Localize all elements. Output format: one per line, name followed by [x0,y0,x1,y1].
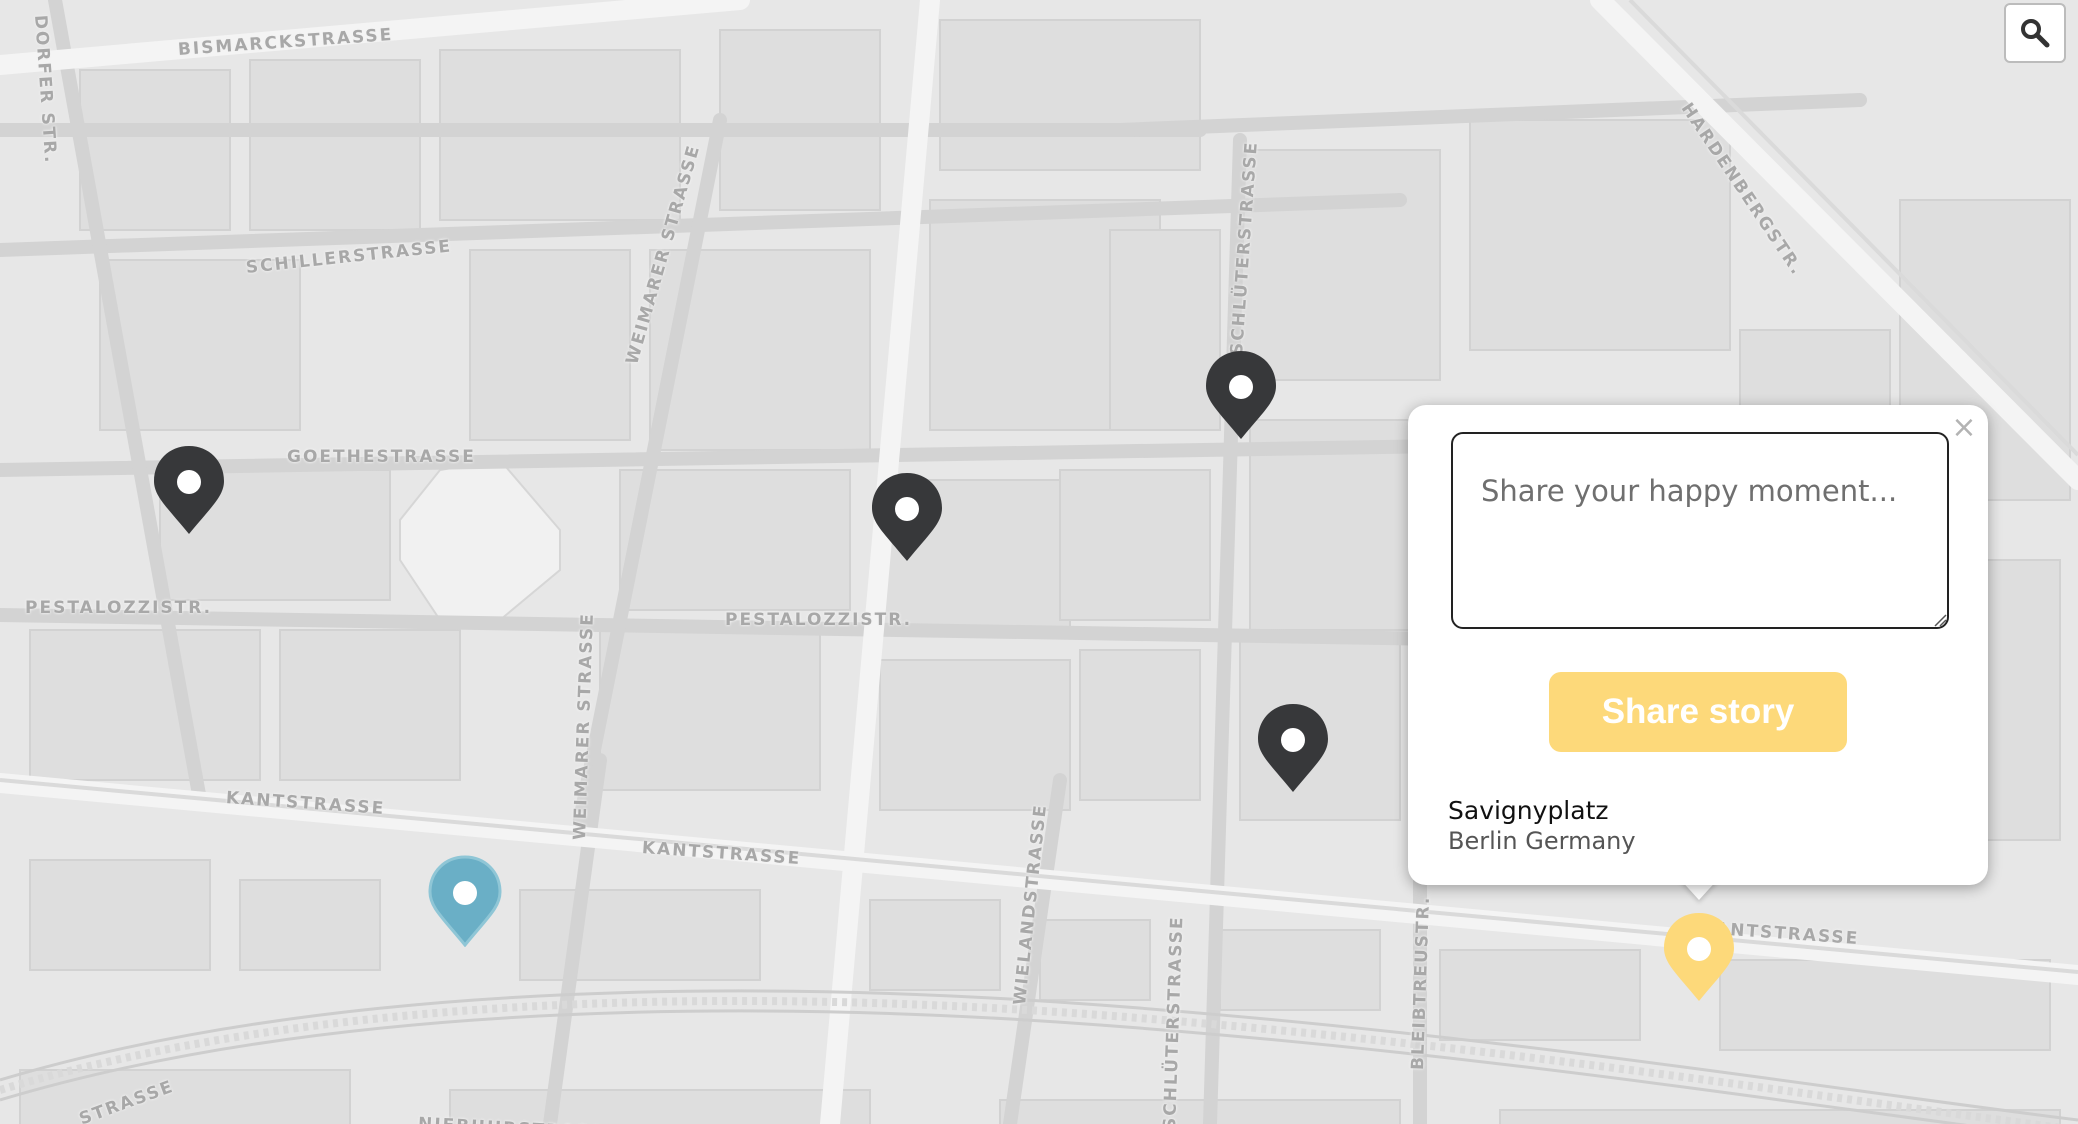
place-city: Berlin Germany [1448,827,1636,855]
selected-marker[interactable] [1662,911,1736,1003]
map-pin-icon [428,855,502,948]
story-marker[interactable] [152,444,226,536]
map-pin-icon [1258,704,1328,792]
place-name: Savignyplatz [1448,796,1609,825]
map-canvas[interactable]: BISMARCKSTRASSE DORFER STR. SCHILLERSTRA… [0,0,2078,1124]
map-pin-icon [872,473,942,561]
story-marker[interactable] [1204,349,1278,441]
map-pin-icon [154,446,224,534]
story-popup: × Share story Savignyplatz Berlin German… [1408,405,1988,885]
story-marker[interactable] [870,471,944,563]
search-button[interactable] [2004,3,2066,63]
share-story-button[interactable]: Share story [1549,672,1847,752]
search-icon [2021,19,2050,48]
map-pin-icon [1664,913,1734,1001]
street-label: PESTALOZZISTR. [725,610,913,630]
current-location-marker[interactable] [428,855,502,948]
street-label: PESTALOZZISTR. [25,598,213,618]
map-pin-icon [1206,351,1276,439]
story-marker[interactable] [1256,702,1330,794]
story-input[interactable] [1451,432,1949,629]
street-label: GOETHESTRASSE [287,447,476,467]
close-icon[interactable]: × [1950,413,1978,443]
